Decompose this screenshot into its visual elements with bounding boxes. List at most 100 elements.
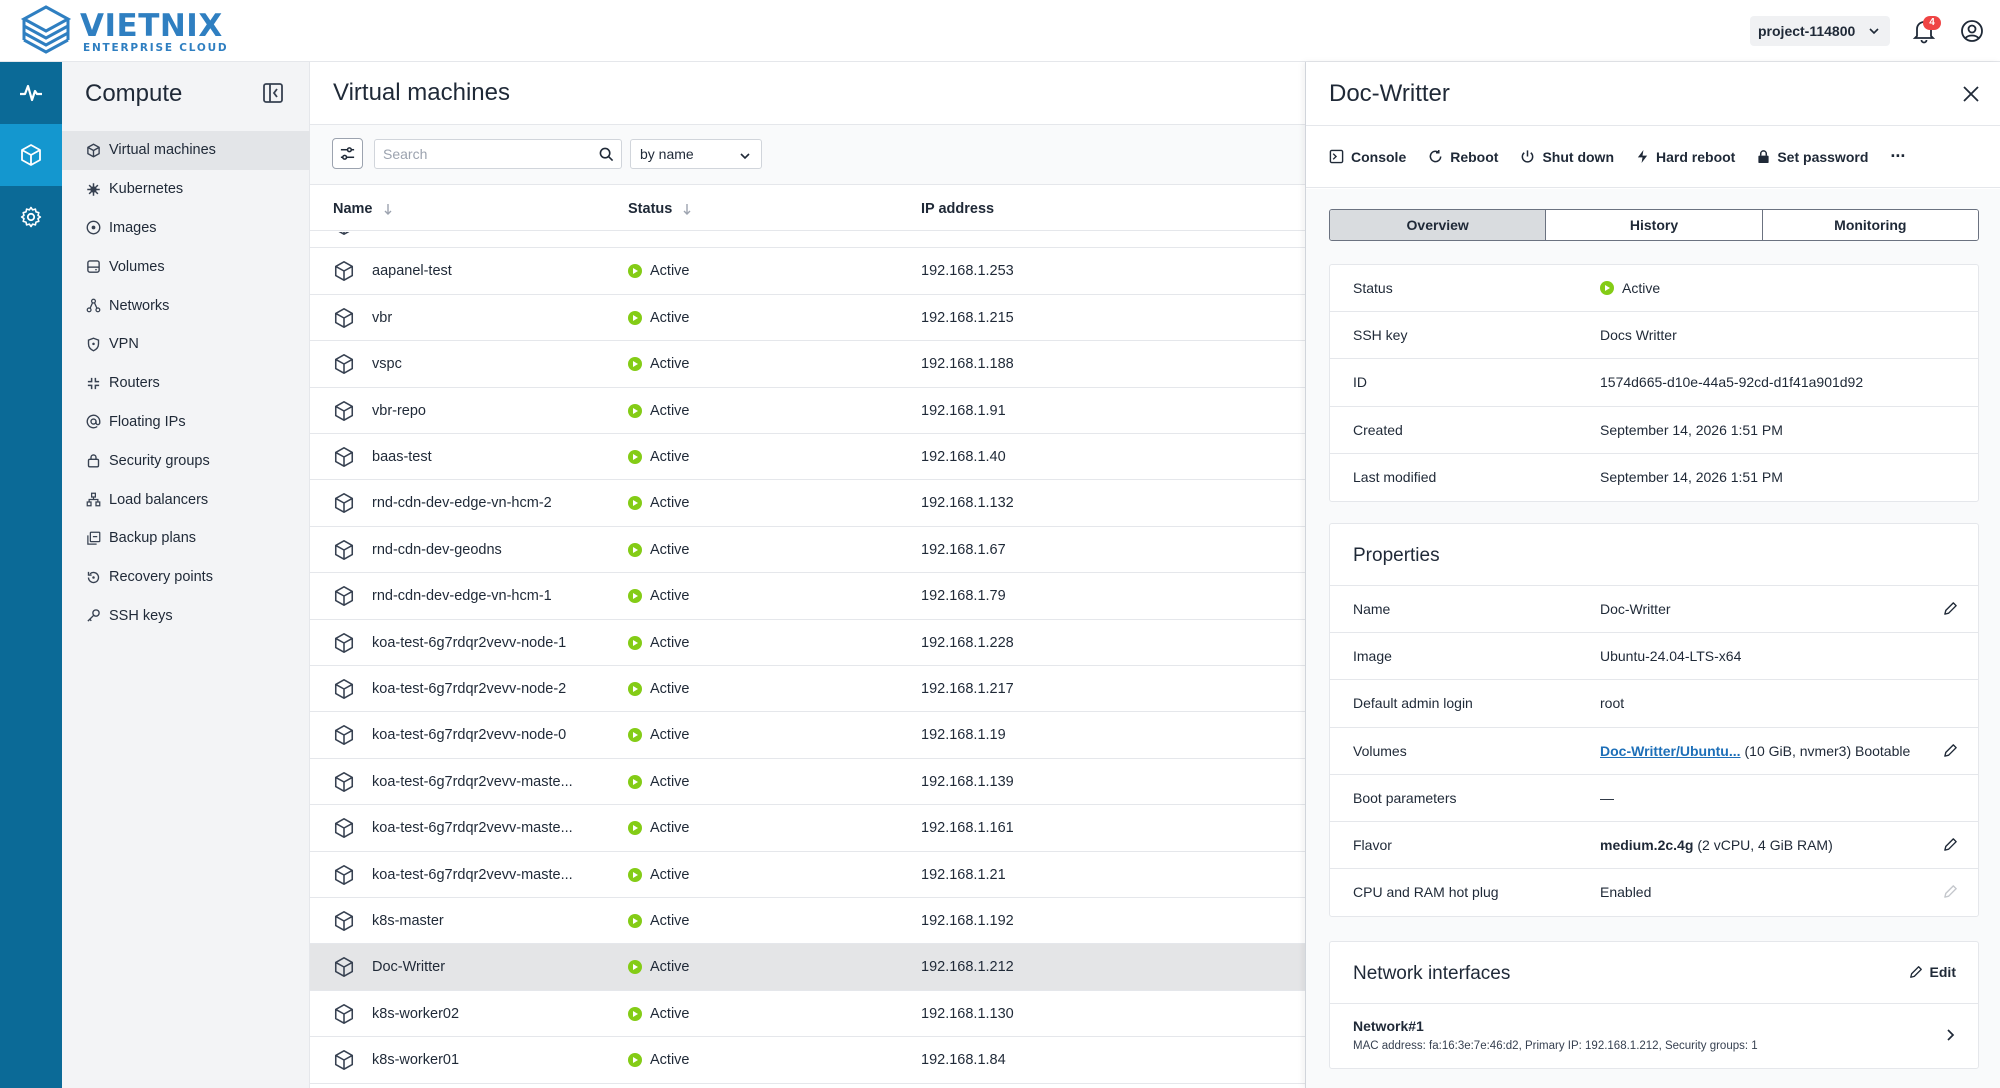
table-row[interactable]: Doc-Writter Active 192.168.1.212 (310, 944, 1305, 991)
table-row[interactable]: koa-test-6g7rdqr2vevv-maste... Active 192.… (310, 759, 1305, 806)
status-text: Active (650, 309, 690, 326)
more-actions-button[interactable]: ··· (1890, 146, 1906, 167)
table-row[interactable]: rnd-cdn-dev-edge-vn-hcm-1 Active 192.168.1… (310, 573, 1305, 620)
disc-icon (86, 221, 101, 235)
pencil-icon[interactable] (1943, 743, 1958, 758)
sort-select[interactable]: by name (630, 139, 762, 169)
sidebar-item-load-balancers[interactable]: Load balancers (62, 480, 310, 519)
status-active-icon (628, 867, 642, 882)
table-row[interactable]: koa-test-6g7rdqr2vevv-node-0 Active 192.16… (310, 712, 1305, 759)
sidebar-item-floating-ips[interactable]: Floating IPs (62, 403, 310, 442)
sidebar-item-label: Routers (109, 375, 160, 392)
sidebar-item-label: VPN (109, 336, 139, 353)
vm-status: Active (628, 356, 690, 372)
pencil-icon[interactable] (1943, 601, 1958, 616)
set-password-button[interactable]: Set password (1757, 149, 1868, 165)
sidebar-item-security-groups[interactable]: Security groups (62, 441, 310, 480)
search-icon[interactable] (599, 147, 614, 162)
reboot-label: Reboot (1450, 148, 1499, 165)
project-selector[interactable]: project-114800 (1750, 16, 1890, 46)
sidebar-item-routers[interactable]: Routers (62, 364, 310, 403)
tab-monitoring[interactable]: Monitoring (1762, 210, 1978, 240)
table-row[interactable]: aapanel-test Active 192.168.1.253 (310, 248, 1305, 295)
notification-badge: 4 (1923, 16, 1941, 30)
balancer-icon (86, 492, 101, 507)
status-text: Active (650, 913, 690, 929)
rail-settings[interactable] (0, 186, 62, 248)
vm-detail-panel: Doc-Writter Console Reboot Shut down Har… (1305, 62, 2000, 1088)
field-label: Flavor (1353, 836, 1392, 853)
gear-icon (20, 206, 42, 228)
vm-status: Active (628, 588, 690, 604)
sort-arrow-icon (384, 204, 391, 215)
action-bar: Console Reboot Shut down Hard reboot Set… (1306, 125, 2000, 188)
set-password-label: Set password (1777, 148, 1869, 165)
pencil-icon[interactable] (1943, 837, 1958, 852)
vm-cube-icon (334, 1050, 354, 1071)
status-text: Active (1622, 280, 1661, 296)
column-ip[interactable]: IP address (921, 201, 994, 217)
edit-label: Edit (1929, 964, 1956, 980)
sidebar-item-ssh-keys[interactable]: SSH keys (62, 597, 310, 636)
hard-reboot-button[interactable]: Hard reboot (1636, 149, 1735, 165)
column-status[interactable]: Status (628, 201, 692, 217)
reboot-button[interactable]: Reboot (1428, 149, 1498, 165)
close-icon[interactable] (1961, 84, 1981, 104)
vm-ip: 192.168.1.21 (921, 866, 1006, 883)
collapse-sidebar-icon[interactable] (262, 82, 284, 104)
table-row[interactable]: openclaw Active 192.168.1.x (310, 232, 1305, 249)
table-row[interactable]: koa-test-6g7rdqr2vevv-node-1 Active 192.16… (310, 620, 1305, 666)
vm-cube-icon (334, 447, 354, 467)
table-row[interactable]: k8s-master Active 192.168.1.192 (310, 898, 1305, 945)
table-row[interactable]: k8s-worker02 Active 192.168.1.130 (310, 991, 1305, 1038)
field-label: Last modified (1353, 468, 1437, 485)
sidebar-item-backup-plans[interactable]: Backup plans (62, 519, 310, 558)
tab-history[interactable]: History (1546, 210, 1763, 240)
overview-row-last-modified: Last modified September 14, 2026 1:51 PM (1330, 454, 1978, 501)
sidebar-item-kubernetes[interactable]: Kubernetes (62, 170, 310, 209)
column-name[interactable]: Name (333, 201, 393, 217)
table-row[interactable]: koa-test-6g7rdqr2vevv-maste... Active 192.… (310, 805, 1305, 852)
table-row[interactable]: rnd-cdn-dev-edge-vn-hcm-2 Active 192.168.1… (310, 480, 1305, 527)
volume-link[interactable]: Doc-Writter/Ubuntu... (1600, 743, 1741, 759)
field-label: CPU and RAM hot plug (1353, 884, 1499, 901)
edit-network-button[interactable]: Edit (1909, 964, 1956, 980)
sidebar-item-volumes[interactable]: Volumes (62, 247, 310, 286)
user-account-icon[interactable] (1960, 19, 1984, 43)
table-row[interactable]: baas-test Active 192.168.1.40 (310, 434, 1305, 481)
sidebar-item-vpn[interactable]: VPN (62, 325, 310, 364)
chevron-down-icon (740, 153, 750, 160)
table-row[interactable]: rnd-cdn-dev-geodns Active 192.168.1.67 (310, 527, 1305, 574)
key-icon (87, 609, 100, 623)
power-icon (1522, 150, 1534, 163)
console-button[interactable]: Console (1329, 149, 1406, 165)
sidebar-item-images[interactable]: Images (62, 209, 310, 248)
network-interface-row[interactable]: Network#1 MAC address: fa:16:3e:7e:46:d2… (1330, 1004, 1978, 1068)
table-row[interactable]: vbr Active 192.168.1.215 (310, 295, 1305, 342)
table-row[interactable]: vbr-repo Active 192.168.1.91 (310, 388, 1305, 434)
filter-button[interactable] (332, 138, 363, 169)
router-icon (87, 377, 100, 389)
sidebar-item-virtual-machines[interactable]: Virtual machines (62, 131, 310, 170)
vietnix-logo[interactable]: VIETNIX ENTERPRISE CLOUD (18, 4, 228, 60)
status-text: Active (650, 1052, 690, 1069)
lightning-icon (1637, 150, 1648, 163)
status-active-icon (628, 264, 642, 279)
tab-overview[interactable]: Overview (1330, 210, 1547, 240)
vm-name: koa-test-6g7rdqr2vevv-node-1 (372, 634, 567, 651)
vm-ip: 192.168.1.84 (921, 1052, 1006, 1069)
table-row[interactable]: koa-test-6g7rdqr2vevv-maste... Active 192.… (310, 852, 1305, 898)
sidebar-item-networks[interactable]: Networks (62, 286, 310, 325)
search-input[interactable] (383, 140, 593, 168)
table-row[interactable]: k8s-worker01 Active 192.168.1.84 (310, 1037, 1305, 1084)
rail-compute[interactable] (0, 124, 62, 186)
shutdown-button[interactable]: Shut down (1520, 149, 1614, 165)
vm-status: Active (628, 959, 690, 975)
status-active-icon (628, 960, 642, 975)
table-row[interactable]: vspc Active 192.168.1.188 (310, 341, 1305, 388)
field-value: — (1600, 789, 1614, 806)
sidebar-item-recovery-points[interactable]: Recovery points (62, 558, 310, 597)
rail-monitoring[interactable] (0, 62, 62, 124)
vm-name: rnd-cdn-dev-geodns (372, 541, 502, 558)
table-row[interactable]: koa-test-6g7rdqr2vevv-node-2 Active 192.16… (310, 666, 1305, 713)
